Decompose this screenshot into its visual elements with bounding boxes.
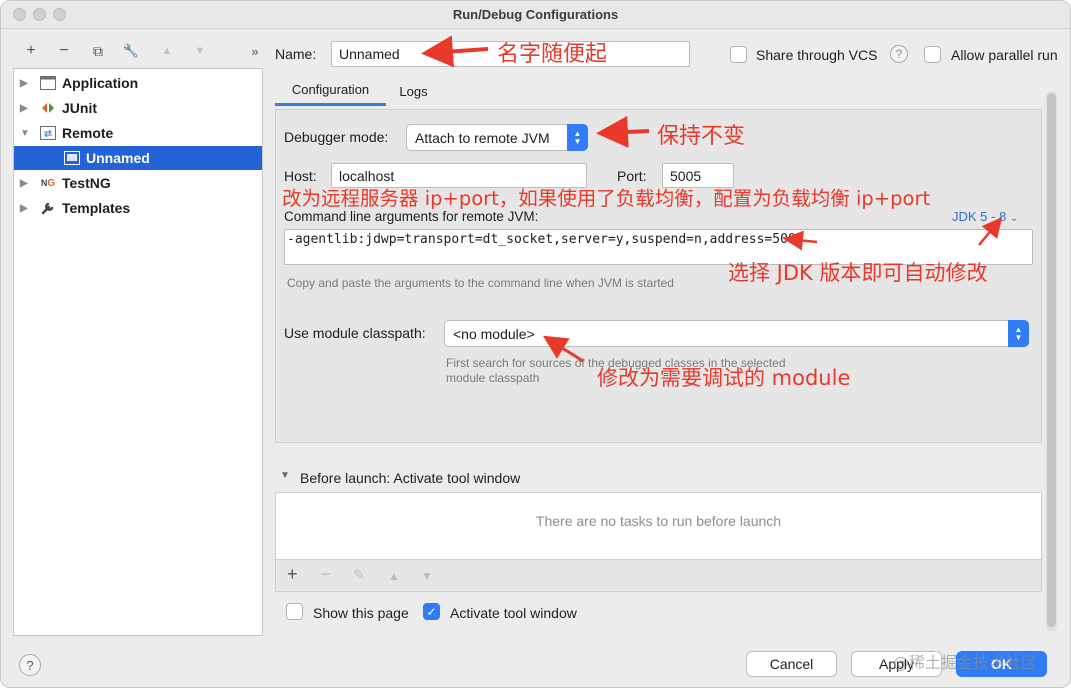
chevron-updown-icon: ▲ ▼ [567, 124, 588, 151]
annotation-debugger-mode: 保持不变 [657, 124, 746, 149]
config-tree: ▶ Application ▶ JUnit ▼ Remote Unnamed ▶… [13, 68, 263, 636]
move-down-button[interactable]: ▼ [190, 40, 210, 62]
testng-icon: NG [40, 177, 56, 189]
module-hint-line2: module classpath [446, 371, 540, 385]
tree-item-label: Templates [62, 200, 131, 216]
name-label: Name: [275, 46, 317, 62]
tree-item-junit[interactable]: ▶ JUnit [14, 96, 262, 120]
tab-configuration[interactable]: Configuration [275, 76, 386, 106]
annotation-host: 改为远程服务器 ip+port，如果使用了负载均衡，配置为负载均衡 ip+por… [282, 187, 931, 210]
module-classpath-select[interactable]: <no module> ▲ ▼ [444, 320, 1029, 347]
wrench-icon[interactable]: 🔧 [121, 40, 141, 62]
show-page-label: Show this page [313, 605, 409, 621]
more-actions-button[interactable]: » [245, 40, 265, 62]
expand-arrow-icon[interactable]: ▶ [20, 203, 32, 214]
share-vcs-checkbox[interactable] [730, 46, 747, 63]
before-launch-empty: There are no tasks to run before launch [535, 513, 782, 529]
collapse-arrow-icon[interactable]: ▼ [280, 470, 290, 481]
expand-arrow-icon[interactable]: ▶ [20, 78, 32, 89]
application-icon [40, 75, 56, 91]
module-classpath-value: <no module> [453, 325, 535, 342]
chevron-updown-icon: ▲ ▼ [1008, 320, 1029, 347]
show-page-checkbox[interactable] [286, 603, 303, 620]
panel-scrollbar[interactable] [1046, 91, 1057, 631]
jdk-version-text: JDK 5 - 8 [952, 209, 1007, 224]
add-config-button[interactable]: + [21, 40, 41, 62]
tree-item-label: Application [62, 75, 139, 91]
jdk-version-link[interactable]: JDK 5 - 8 ⌄ [952, 209, 1018, 224]
chevron-down-icon: ⌄ [1009, 213, 1019, 224]
tree-item-label: TestNG [62, 175, 111, 191]
tree-item-label: Unnamed [86, 150, 150, 166]
remote-config-icon [64, 150, 80, 166]
cmd-args-label: Command line arguments for remote JVM: [284, 209, 539, 224]
dialog-window: Run/Debug Configurations + − ⧉ 🔧 ▲ ▼ » ▶… [0, 0, 1071, 688]
expand-arrow-icon[interactable]: ▶ [20, 103, 32, 114]
debugger-mode-value: Attach to remote JVM [415, 129, 550, 146]
tree-item-application[interactable]: ▶ Application [14, 71, 262, 95]
scrollbar-thumb[interactable] [1047, 93, 1056, 627]
move-task-up-button[interactable]: ▲ [388, 569, 400, 583]
debugger-mode-label: Debugger mode: [284, 129, 389, 145]
remote-icon [40, 125, 56, 141]
parallel-run-checkbox[interactable] [924, 46, 941, 63]
before-launch-list: There are no tasks to run before launch [275, 492, 1042, 560]
annotation-name: 名字随便起 [497, 42, 608, 67]
activate-tool-label: Activate tool window [450, 605, 577, 621]
tab-logs[interactable]: Logs [386, 76, 441, 106]
cmd-args-hint: Copy and paste the arguments to the comm… [287, 276, 674, 290]
module-classpath-label: Use module classpath: [284, 325, 426, 341]
before-launch-title: Before launch: Activate tool window [300, 470, 521, 486]
edit-task-icon[interactable]: ✎ [353, 566, 366, 584]
parallel-run-label: Allow parallel run [951, 47, 1058, 63]
copy-config-button[interactable]: ⧉ [88, 40, 108, 62]
share-vcs-label: Share through VCS [756, 47, 878, 63]
window-title: Run/Debug Configurations [452, 7, 619, 22]
help-icon[interactable]: ? [890, 45, 908, 63]
remove-config-button[interactable]: − [54, 40, 74, 62]
move-up-button[interactable]: ▲ [157, 40, 177, 62]
title-bar: Run/Debug Configurations [1, 1, 1070, 29]
cancel-button[interactable]: Cancel [746, 651, 837, 677]
activate-tool-checkbox[interactable]: ✓ [423, 603, 440, 620]
wrench-icon [40, 200, 56, 216]
tree-item-unnamed[interactable]: Unnamed [14, 146, 262, 170]
junit-icon [40, 100, 56, 116]
help-button[interactable]: ? [19, 654, 41, 676]
add-task-button[interactable]: + [287, 564, 298, 585]
remove-task-button[interactable]: − [320, 564, 331, 585]
tree-item-templates[interactable]: ▶ Templates [14, 196, 262, 220]
expand-arrow-icon[interactable]: ▶ [20, 178, 32, 189]
tree-item-remote[interactable]: ▼ Remote [14, 121, 262, 145]
move-task-down-button[interactable]: ▼ [421, 569, 433, 583]
tree-item-label: Remote [62, 125, 114, 141]
before-launch-toolbar: + − ✎ ▲ ▼ [275, 560, 1042, 592]
debugger-mode-select[interactable]: Attach to remote JVM ▲ ▼ [406, 124, 588, 151]
tree-item-testng[interactable]: ▶ NG TestNG [14, 171, 262, 195]
collapse-arrow-icon[interactable]: ▼ [20, 128, 32, 139]
annotation-module: 修改为需要调试的 module [597, 366, 851, 390]
tree-item-label: JUnit [62, 100, 97, 116]
annotation-jdk: 选择 JDK 版本即可自动修改 [728, 261, 988, 285]
watermark: @稀土掘金技术社区 [893, 653, 1038, 672]
